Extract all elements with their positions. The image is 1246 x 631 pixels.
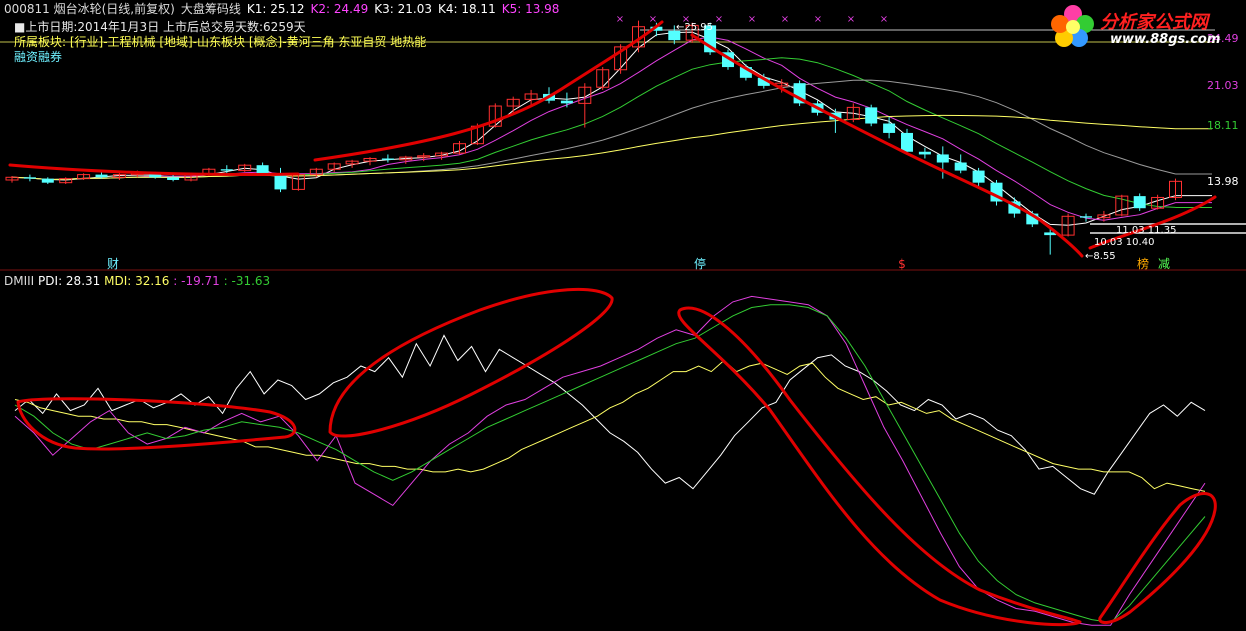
axis-price-label: 21.03 (1207, 79, 1239, 92)
candle (59, 177, 73, 185)
k5-value: K5: 13.98 (501, 2, 560, 16)
dmi-mdi-line (14, 359, 1206, 492)
moving-average-lines (11, 31, 1212, 226)
candle-body-down (918, 151, 931, 155)
event-marker[interactable]: 榜 (1137, 256, 1149, 271)
axis-price-label: 13.98 (1207, 175, 1239, 188)
k2-value: K2: 24.49 (310, 2, 369, 16)
site-logo[interactable]: 分析家公式网 www.88gs.com (1046, 2, 1246, 52)
candle (1133, 193, 1146, 211)
dmi-legend: DMIII PDI: 28.31 MDI: 32.16 : -19.71 : -… (4, 274, 270, 288)
chart-header: 000811 烟台冰轮(日线,前复权) 大盘筹码线 K1: 25.12 K2: 24.… (4, 2, 571, 16)
candle (596, 67, 610, 90)
event-marker[interactable]: 减 (1158, 257, 1170, 271)
candle (435, 151, 449, 160)
candle (112, 173, 126, 180)
ellipse-2 (328, 287, 614, 438)
signal-mark: × (814, 14, 822, 25)
candle (918, 147, 931, 159)
dmi-legend-item: PDI: 28.31 (38, 274, 105, 288)
dmi-pdi-line (14, 334, 1206, 495)
price-labels: 24.4921.0318.1113.98←25.95←8.5511.03 11.… (107, 22, 1239, 271)
candle (23, 174, 36, 182)
signal-mark: × (715, 14, 723, 25)
k3-value: K3: 21.03 (374, 2, 432, 16)
candle (363, 157, 377, 166)
candle-body-down (972, 170, 985, 183)
candle-body-down (883, 123, 896, 133)
candle-body-down (954, 162, 967, 171)
dmi-adx-line (14, 295, 1206, 626)
candle-body-down (901, 132, 913, 152)
candle (327, 162, 341, 172)
listing-info: ■上市日期:2014年1月3日 上市后总交易天数:6259天 (14, 20, 306, 34)
k1-value: K1: 25.12 (246, 2, 305, 16)
candle-body-down (865, 107, 878, 124)
candle-body-down (220, 169, 233, 171)
candle-body-down (41, 178, 54, 183)
candle-body-down (167, 177, 180, 180)
low-price-label: ←8.55 (1085, 251, 1116, 262)
signal-mark: × (616, 14, 624, 25)
dmi-adxr-line (14, 304, 1206, 623)
k4-value: K4: 18.11 (437, 2, 496, 16)
candle (381, 154, 394, 163)
stock-title: 000811 烟台冰轮(日线,前复权) (4, 2, 175, 16)
candle (865, 104, 878, 127)
candle (77, 173, 91, 180)
candle (41, 177, 54, 185)
signal-mark: × (748, 14, 756, 25)
candle-body-down (23, 177, 36, 179)
candle (1080, 213, 1092, 222)
candle-body-down (1080, 216, 1092, 218)
dmi-legend-item: MDI: 32.16 (104, 274, 174, 288)
trend-line-flat (8, 163, 300, 177)
candle (256, 162, 269, 175)
candle (345, 159, 359, 168)
candle-body-down (95, 174, 108, 178)
candle (5, 175, 19, 183)
dmi-legend-item: : -31.63 (223, 274, 271, 288)
dmi-legend-item: : -19.71 (173, 274, 224, 288)
candle-body-down (560, 100, 573, 104)
chart-canvas: × × × × × × × × × 24.4921.0318.1113.98←25.95←8.5… (0, 14, 1246, 627)
candle (578, 83, 592, 128)
low-note-2: 10.03 10.40 (1094, 237, 1154, 248)
candle-body-down (1133, 196, 1146, 209)
logo-url: www.88gs.com (1110, 32, 1221, 47)
signal-mark: × (880, 14, 888, 25)
ma40-line (11, 114, 1176, 181)
flower-logo-icon (1051, 5, 1094, 47)
annotations (8, 20, 1217, 627)
candle (238, 163, 252, 172)
candle-body-down (936, 154, 949, 163)
signal-mark: × (847, 14, 855, 25)
candle-body-down (256, 165, 269, 174)
ellipse-3 (677, 306, 1082, 627)
grid: × × × × × × × × × (0, 14, 1246, 271)
sector-info: 所属板块: [行业]-工程机械 [地域]-山东板块 [概念]-黄河三角 东亚自贸… (14, 35, 427, 49)
axis-price-label: 18.11 (1207, 119, 1239, 132)
candle (274, 167, 287, 193)
candle (954, 154, 967, 174)
candle (560, 92, 573, 108)
candle (167, 174, 180, 182)
low-note-1: 11.03 11.35 (1116, 225, 1176, 236)
indicator-name: 大盘筹码线 (180, 2, 241, 16)
high-price-label: ←25.95 (676, 22, 713, 33)
event-marker[interactable]: 停 (694, 256, 706, 271)
logo-name: 分析家公式网 (1100, 12, 1208, 33)
candlesticks (5, 20, 1182, 255)
dmi-title: DMIII (4, 274, 35, 288)
k-values: K1: 25.12 K2: 24.49 K3: 21.03 K4: 18.11 K5: … (247, 2, 566, 16)
signal-mark: × (781, 14, 789, 25)
ellipse-4 (1098, 492, 1217, 624)
event-marker[interactable]: 财 (107, 257, 119, 271)
event-marker[interactable]: $ (898, 257, 906, 271)
candle-body-down (381, 158, 394, 160)
margin-trading-label[interactable]: 融资融券 (14, 50, 62, 64)
dmi-lines (14, 295, 1206, 626)
